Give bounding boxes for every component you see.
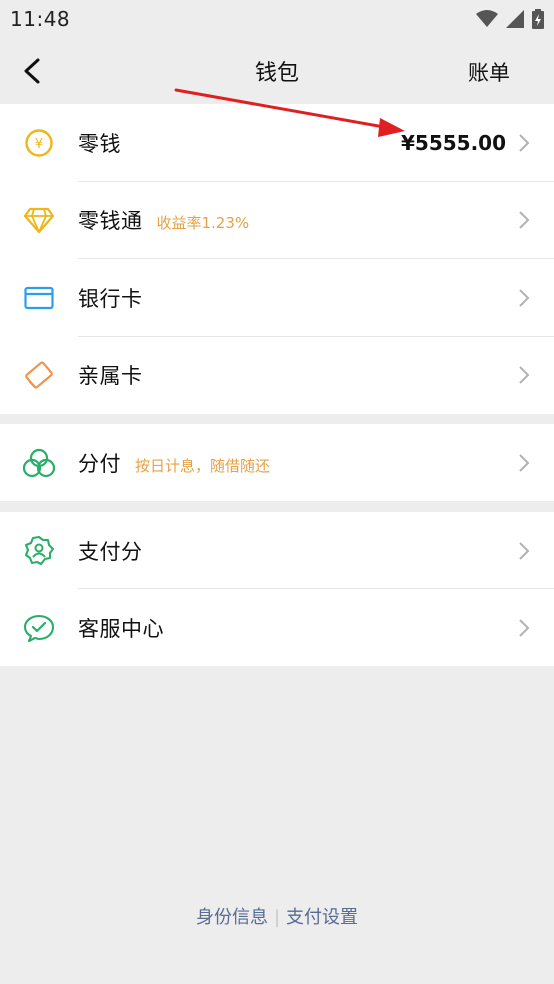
fenfu-row[interactable]: 分付 按日计息，随借随还 xyxy=(0,424,554,501)
diamond-icon xyxy=(23,204,55,236)
customer-service-icon xyxy=(23,612,55,644)
change-plus-label: 零钱通 收益率1.23% xyxy=(78,205,249,235)
identity-info-link[interactable]: 身份信息 xyxy=(196,907,268,928)
pay-score-label: 支付分 xyxy=(78,539,143,564)
bill-button[interactable]: 账单 xyxy=(468,57,510,87)
svg-text:¥: ¥ xyxy=(35,137,43,152)
fenfu-title: 分付 xyxy=(78,451,121,476)
change-row[interactable]: ¥ 零钱 ¥5555.00 xyxy=(0,104,554,182)
signal-icon xyxy=(506,10,524,28)
bank-card-icon xyxy=(23,282,55,314)
wallet-screen: 11:48 钱包 账单 ¥ 零钱 ¥5555.00 零钱通 收益率1.23% 银… xyxy=(0,0,554,984)
change-plus-title: 零钱通 xyxy=(78,209,143,234)
customer-service-label: 客服中心 xyxy=(78,616,164,641)
payment-settings-link[interactable]: 支付设置 xyxy=(286,907,358,928)
pay-score-row[interactable]: 支付分 xyxy=(0,512,554,589)
change-balance: ¥5555.00 xyxy=(400,130,506,155)
back-arrow-icon[interactable] xyxy=(18,56,46,86)
chevron-right-icon xyxy=(519,134,530,152)
status-time: 11:48 xyxy=(10,7,71,31)
chevron-right-icon xyxy=(519,289,530,307)
customer-service-row[interactable]: 客服中心 xyxy=(0,589,554,666)
bank-card-label: 银行卡 xyxy=(78,286,143,311)
wifi-icon xyxy=(476,10,498,27)
yield-rate-text: 收益率1.23% xyxy=(156,214,250,233)
family-card-row[interactable]: 亲属卡 xyxy=(0,337,554,415)
family-card-label: 亲属卡 xyxy=(78,364,143,389)
change-label: 零钱 xyxy=(78,131,121,156)
coin-yen-icon: ¥ xyxy=(23,127,55,159)
nav-bar: 钱包 账单 xyxy=(0,38,554,104)
fenfu-subtitle: 按日计息，随借随还 xyxy=(135,456,271,475)
fenfu-icon xyxy=(23,447,55,479)
chevron-right-icon xyxy=(519,453,530,472)
wallet-section: ¥ 零钱 ¥5555.00 零钱通 收益率1.23% 银行卡 亲属卡 xyxy=(0,104,554,414)
bank-card-row[interactable]: 银行卡 xyxy=(0,259,554,337)
pay-score-icon xyxy=(23,535,55,567)
credit-section: 分付 按日计息，随借随还 xyxy=(0,424,554,501)
fenfu-label: 分付 按日计息，随借随还 xyxy=(78,448,270,478)
footer-links: 身份信息 | 支付设置 xyxy=(0,903,554,929)
family-card-icon xyxy=(23,359,55,391)
page-title: 钱包 xyxy=(254,61,299,86)
service-section: 支付分 客服中心 xyxy=(0,512,554,666)
status-bar: 11:48 xyxy=(0,0,554,38)
chevron-right-icon xyxy=(519,366,530,384)
chevron-right-icon xyxy=(519,211,530,229)
chevron-right-icon xyxy=(519,541,530,560)
chevron-right-icon xyxy=(519,618,530,637)
change-plus-row[interactable]: 零钱通 收益率1.23% xyxy=(0,182,554,259)
battery-icon xyxy=(532,9,544,29)
footer-separator: | xyxy=(273,907,281,928)
status-icons xyxy=(476,9,544,29)
